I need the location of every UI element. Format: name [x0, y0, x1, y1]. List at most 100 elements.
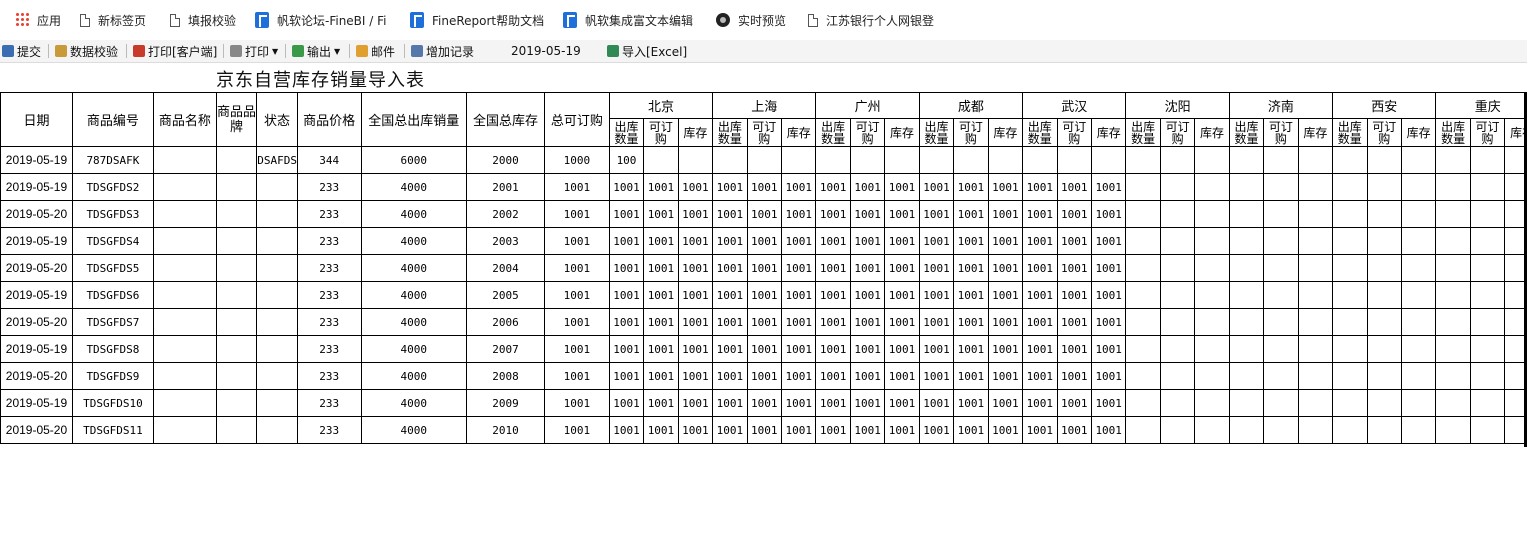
- cell-city-value[interactable]: [1366, 389, 1402, 417]
- cell-city-value[interactable]: 1001: [746, 254, 782, 282]
- cell-city-value[interactable]: [1228, 362, 1265, 390]
- cell-total-stock[interactable]: 2004: [465, 254, 545, 282]
- cell-code[interactable]: TDSGFDS3: [71, 200, 154, 228]
- cell-city-value[interactable]: [1469, 173, 1506, 201]
- cell-city-value[interactable]: 1001: [1056, 200, 1092, 228]
- cell-city-value[interactable]: [1469, 281, 1506, 309]
- cell-city-value[interactable]: [1400, 227, 1437, 255]
- cell-city-value[interactable]: [1469, 416, 1506, 444]
- cell-city-value[interactable]: 1001: [677, 362, 714, 390]
- cell-city-value[interactable]: 1001: [1056, 416, 1092, 444]
- bookmark-apps[interactable]: 应用: [15, 11, 61, 29]
- cell-city-value[interactable]: 1001: [1056, 281, 1092, 309]
- cell-city-value[interactable]: 1001: [608, 335, 645, 363]
- cell-city-value[interactable]: 1001: [953, 308, 989, 336]
- cell-total-stock[interactable]: 2009: [465, 389, 545, 417]
- cell-city-value[interactable]: [1125, 308, 1161, 336]
- cell-city-value[interactable]: [1400, 335, 1437, 363]
- cell-city-value[interactable]: 1001: [1090, 173, 1127, 201]
- cell-brand[interactable]: [215, 389, 258, 417]
- cell-code[interactable]: 787DSAFK: [71, 146, 154, 174]
- cell-city-value[interactable]: [1400, 362, 1437, 390]
- cell-name[interactable]: [152, 200, 217, 228]
- cell-city-value[interactable]: [1159, 389, 1196, 417]
- cell-city-value[interactable]: 1001: [884, 200, 920, 228]
- cell-city-value[interactable]: 1001: [884, 173, 920, 201]
- cell-total-stock[interactable]: 2006: [465, 308, 545, 336]
- cell-city-value[interactable]: 1001: [953, 254, 989, 282]
- cell-city-value[interactable]: [1263, 308, 1299, 336]
- cell-city-value[interactable]: [1263, 335, 1299, 363]
- cell-status[interactable]: [256, 308, 298, 336]
- cell-name[interactable]: [152, 308, 217, 336]
- cell-city-value[interactable]: 1001: [780, 308, 817, 336]
- cell-city-value[interactable]: [1435, 227, 1471, 255]
- cell-city-value[interactable]: [1159, 416, 1196, 444]
- bookmark-richtext-editor[interactable]: 帆软集成富文本编辑: [563, 11, 703, 29]
- cell-date[interactable]: 2019-05-19: [0, 146, 73, 174]
- cell-city-value[interactable]: [1469, 200, 1506, 228]
- print-client-button[interactable]: 打印[客户端]: [133, 43, 217, 59]
- cell-total-out[interactable]: 4000: [360, 173, 467, 201]
- cell-city-value[interactable]: 1001: [987, 416, 1024, 444]
- cell-city-value[interactable]: [1194, 308, 1230, 336]
- cell-city-value[interactable]: 1001: [677, 389, 714, 417]
- print-button[interactable]: 打印 ▼: [230, 43, 278, 59]
- cell-city-value[interactable]: 1001: [884, 254, 920, 282]
- cell-city-value[interactable]: 1001: [780, 389, 817, 417]
- cell-city-value[interactable]: 1001: [849, 362, 886, 390]
- cell-city-value[interactable]: [1159, 227, 1196, 255]
- cell-city-value[interactable]: 1001: [746, 335, 782, 363]
- cell-city-value[interactable]: 1001: [1090, 281, 1127, 309]
- cell-city-value[interactable]: [1194, 200, 1230, 228]
- cell-city-value[interactable]: [1228, 227, 1265, 255]
- cell-city-value[interactable]: [1090, 146, 1127, 174]
- cell-city-value[interactable]: [1228, 146, 1265, 174]
- cell-name[interactable]: [152, 362, 217, 390]
- cell-city-value[interactable]: [1366, 173, 1402, 201]
- cell-city-value[interactable]: [1332, 227, 1368, 255]
- cell-city-value[interactable]: 1001: [677, 335, 714, 363]
- cell-city-value[interactable]: [953, 146, 989, 174]
- cell-city-value[interactable]: [1332, 389, 1368, 417]
- cell-city-value[interactable]: 1001: [953, 416, 989, 444]
- cell-city-value[interactable]: [1400, 281, 1437, 309]
- cell-city-value[interactable]: [1263, 389, 1299, 417]
- cell-city-value[interactable]: 1001: [815, 416, 851, 444]
- cell-city-value[interactable]: [1400, 200, 1437, 228]
- add-record-button[interactable]: 增加记录: [411, 43, 474, 59]
- cell-city-value[interactable]: 1001: [608, 416, 645, 444]
- cell-city-value[interactable]: [1297, 200, 1334, 228]
- cell-date[interactable]: 2019-05-19: [0, 227, 73, 255]
- cell-city-value[interactable]: 1001: [849, 308, 886, 336]
- cell-city-value[interactable]: 1001: [608, 362, 645, 390]
- cell-city-value[interactable]: 1001: [918, 227, 955, 255]
- cell-brand[interactable]: [215, 362, 258, 390]
- cell-city-value[interactable]: 1001: [780, 281, 817, 309]
- cell-city-value[interactable]: [677, 146, 714, 174]
- cell-city-value[interactable]: 1001: [815, 335, 851, 363]
- cell-city-value[interactable]: 1001: [608, 389, 645, 417]
- cell-city-value[interactable]: 1001: [918, 308, 955, 336]
- cell-city-value[interactable]: [1332, 335, 1368, 363]
- cell-city-value[interactable]: 1001: [849, 416, 886, 444]
- cell-date[interactable]: 2019-05-20: [0, 416, 73, 444]
- cell-city-value[interactable]: 1001: [643, 389, 679, 417]
- cell-city-value[interactable]: 1001: [1056, 362, 1092, 390]
- cell-city-value[interactable]: 1001: [1090, 389, 1127, 417]
- cell-city-value[interactable]: [918, 146, 955, 174]
- cell-city-value[interactable]: 1001: [780, 173, 817, 201]
- cell-date[interactable]: 2019-05-20: [0, 308, 73, 336]
- cell-city-value[interactable]: [1297, 308, 1334, 336]
- cell-city-value[interactable]: 1001: [746, 200, 782, 228]
- cell-city-value[interactable]: [1469, 389, 1506, 417]
- cell-city-value[interactable]: [1228, 281, 1265, 309]
- cell-city-value[interactable]: [1263, 200, 1299, 228]
- cell-city-value[interactable]: 1001: [1022, 335, 1058, 363]
- cell-city-value[interactable]: [1056, 146, 1092, 174]
- cell-city-value[interactable]: 1001: [815, 281, 851, 309]
- cell-city-value[interactable]: [1435, 281, 1471, 309]
- cell-city-value[interactable]: 1001: [643, 308, 679, 336]
- cell-city-value[interactable]: 1001: [815, 173, 851, 201]
- cell-city-value[interactable]: [1159, 254, 1196, 282]
